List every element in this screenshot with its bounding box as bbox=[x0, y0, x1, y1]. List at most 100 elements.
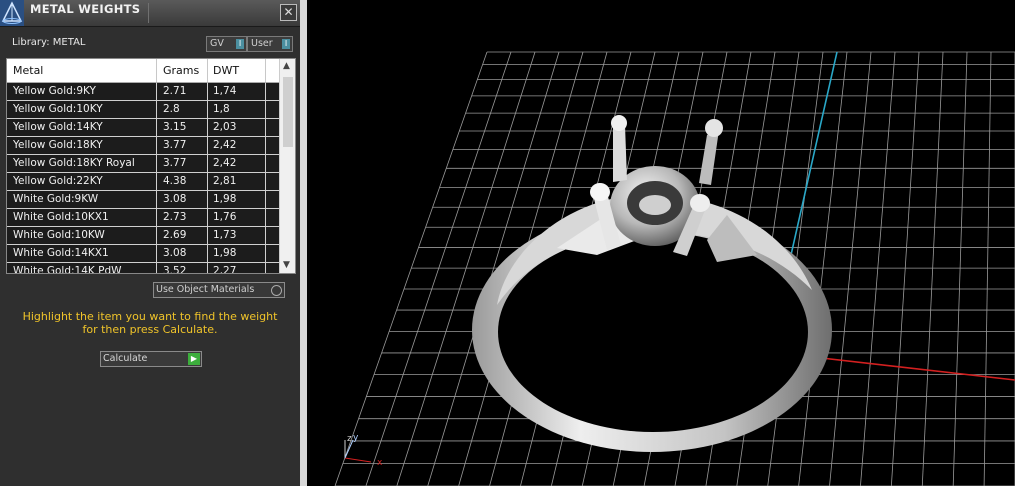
user-toggle[interactable]: User I bbox=[247, 36, 293, 52]
metal-cell: Yellow Gold:22KY bbox=[13, 175, 103, 187]
cell-divider bbox=[265, 83, 266, 100]
grid-line bbox=[921, 51, 944, 486]
table-row[interactable]: White Gold:14KX1 3.08 1,98 bbox=[7, 245, 279, 263]
calculate-label: Calculate bbox=[103, 353, 148, 364]
panel-titlebar[interactable]: METAL WEIGHTS ✕ bbox=[0, 0, 300, 27]
metal-cell: Yellow Gold:10KY bbox=[13, 103, 103, 115]
cell-divider bbox=[265, 173, 266, 190]
metal-cell: White Gold:10KX1 bbox=[13, 211, 109, 223]
cell-divider bbox=[265, 245, 266, 262]
table-scrollbar[interactable]: ▲ ▼ bbox=[279, 59, 295, 273]
instruction-text: Highlight the item you want to find the … bbox=[22, 310, 278, 336]
scroll-thumb[interactable] bbox=[283, 77, 293, 147]
table-row[interactable]: Yellow Gold:10KY 2.8 1,8 bbox=[7, 101, 279, 119]
library-label: Library: METAL bbox=[12, 37, 86, 48]
cell-divider bbox=[156, 227, 157, 244]
metal-table: Metal Grams DWT Yellow Gold:9KY 2.71 1,74 … bbox=[6, 58, 296, 274]
cell-divider bbox=[265, 101, 266, 118]
3d-viewport[interactable]: x y z bbox=[307, 0, 1015, 486]
play-arrow-icon: ▶ bbox=[188, 353, 200, 365]
gizmo-x-label: x bbox=[377, 458, 383, 468]
cell-divider bbox=[207, 191, 208, 208]
user-toggle-knob: I bbox=[282, 39, 290, 49]
radio-icon bbox=[271, 285, 282, 296]
gv-toggle-knob: I bbox=[236, 39, 244, 49]
setting-seat bbox=[639, 195, 671, 215]
cell-divider bbox=[156, 119, 157, 136]
cell-divider bbox=[156, 83, 157, 100]
ring-model[interactable] bbox=[472, 115, 832, 452]
cell-divider bbox=[207, 263, 208, 273]
prong bbox=[699, 130, 719, 185]
cell-divider bbox=[207, 119, 208, 136]
grid-line bbox=[983, 51, 992, 486]
metal-cell: White Gold:10KW bbox=[13, 229, 105, 241]
metal-weights-panel: METAL WEIGHTS ✕ Library: METAL GV I User… bbox=[0, 0, 300, 486]
grid-line bbox=[890, 51, 920, 486]
col-header-metal[interactable]: Metal bbox=[13, 64, 43, 77]
metal-cell: White Gold:14KX1 bbox=[13, 247, 109, 259]
cell-divider bbox=[156, 101, 157, 118]
cell-divider bbox=[207, 101, 208, 118]
prong-tip bbox=[611, 115, 627, 131]
grams-cell: 2.71 bbox=[163, 85, 187, 97]
close-button[interactable]: ✕ bbox=[280, 4, 297, 21]
use-object-materials-toggle[interactable]: Use Object Materials bbox=[153, 282, 285, 298]
table-row[interactable]: Yellow Gold:14KY 3.15 2,03 bbox=[7, 119, 279, 137]
table-body: Yellow Gold:9KY 2.71 1,74 Yellow Gold:10KY… bbox=[7, 83, 279, 274]
cell-divider bbox=[207, 137, 208, 154]
table-row[interactable]: Yellow Gold:18KY Royal 3.77 2,42 bbox=[7, 155, 279, 173]
col-header-dwt[interactable]: DWT bbox=[213, 64, 239, 77]
cell-divider bbox=[265, 155, 266, 172]
grams-cell: 3.08 bbox=[163, 193, 187, 205]
table-row[interactable]: White Gold:9KW 3.08 1,98 bbox=[7, 191, 279, 209]
table-row[interactable]: Yellow Gold:22KY 4.38 2,81 bbox=[7, 173, 279, 191]
scroll-down-icon[interactable]: ▼ bbox=[283, 260, 290, 270]
grams-cell: 3.77 bbox=[163, 157, 187, 169]
calculate-button[interactable]: Calculate ▶ bbox=[100, 351, 202, 367]
viewport-canvas: x y z bbox=[334, 51, 1015, 486]
grams-cell: 2.69 bbox=[163, 229, 187, 241]
dwt-cell: 1,74 bbox=[213, 85, 237, 97]
table-row[interactable]: Yellow Gold:9KY 2.71 1,74 bbox=[7, 83, 279, 101]
dwt-cell: 2,42 bbox=[213, 139, 237, 151]
table-row[interactable]: White Gold:10KX1 2.73 1,76 bbox=[7, 209, 279, 227]
gizmo-y-label: y bbox=[353, 433, 359, 443]
cell-divider bbox=[207, 83, 208, 100]
gv-toggle[interactable]: GV I bbox=[206, 36, 247, 52]
grid-line bbox=[334, 51, 488, 486]
table-row[interactable]: Yellow Gold:18KY 3.77 2,42 bbox=[7, 137, 279, 155]
cell-divider bbox=[265, 227, 266, 244]
dwt-cell: 2,42 bbox=[213, 157, 237, 169]
scroll-up-icon[interactable]: ▲ bbox=[283, 61, 290, 71]
dwt-cell: 1,76 bbox=[213, 211, 237, 223]
cell-divider bbox=[207, 245, 208, 262]
grams-cell: 3.77 bbox=[163, 139, 187, 151]
column-divider bbox=[265, 59, 266, 82]
grams-cell: 4.38 bbox=[163, 175, 187, 187]
cell-divider bbox=[265, 137, 266, 154]
prong bbox=[613, 125, 627, 182]
cell-divider bbox=[265, 191, 266, 208]
gv-toggle-label: GV bbox=[210, 38, 224, 49]
grid-line bbox=[952, 51, 968, 486]
use-object-materials-label: Use Object Materials bbox=[156, 284, 255, 295]
col-header-grams[interactable]: Grams bbox=[163, 64, 199, 77]
grams-cell: 2.73 bbox=[163, 211, 187, 223]
prong-tip bbox=[705, 119, 723, 137]
column-divider bbox=[207, 59, 208, 82]
cell-divider bbox=[265, 263, 266, 273]
panel-splitter[interactable] bbox=[300, 0, 307, 486]
ring-band-inner bbox=[498, 232, 808, 432]
prong-tip bbox=[590, 183, 610, 201]
metal-cell: Yellow Gold:18KY bbox=[13, 139, 103, 151]
gizmo-z-label: z bbox=[347, 434, 352, 444]
dwt-cell: 2,81 bbox=[213, 175, 237, 187]
table-row[interactable]: White Gold:14K PdW 3.52 2,27 bbox=[7, 263, 279, 274]
grid-line bbox=[365, 51, 512, 486]
table-row[interactable]: White Gold:10KW 2.69 1,73 bbox=[7, 227, 279, 245]
grams-cell: 3.52 bbox=[163, 265, 187, 274]
metal-cell: Yellow Gold:9KY bbox=[13, 85, 96, 97]
dwt-cell: 1,8 bbox=[213, 103, 230, 115]
dwt-cell: 2,03 bbox=[213, 121, 237, 133]
